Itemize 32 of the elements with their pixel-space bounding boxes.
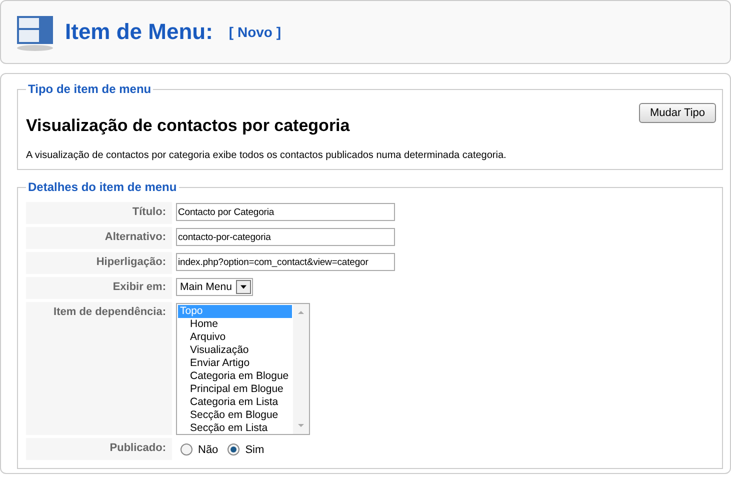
field-label: Exibir em: bbox=[26, 277, 172, 299]
section-legend: Detalhes do item de menu bbox=[26, 180, 179, 194]
page-subtitle: [ Novo ] bbox=[228, 24, 282, 40]
field-label: Publicado: bbox=[26, 438, 172, 460]
menu-type-description: A visualização de contactos por categoria exibe todos os contactos publicados numa determinada categoria. bbox=[26, 150, 508, 161]
menu-type-heading: Visualização de contactos por categoria bbox=[26, 116, 350, 136]
list-option[interactable]: Visualização bbox=[178, 344, 292, 357]
list-option[interactable]: Principal em Blogue bbox=[178, 383, 292, 396]
list-option[interactable]: Categoria em Blogue bbox=[178, 370, 292, 383]
field-label: Hiperligação: bbox=[26, 252, 172, 274]
menu-select[interactable]: Main Menu bbox=[176, 278, 253, 296]
radio-label: Não bbox=[198, 444, 218, 456]
section-legend: Tipo de item de menu bbox=[26, 82, 154, 96]
list-option[interactable]: Secção em Lista bbox=[178, 422, 292, 434]
list-option[interactable]: Categoria em Lista bbox=[178, 396, 292, 409]
scrollbar[interactable] bbox=[293, 304, 309, 434]
list-option[interactable]: Arquivo bbox=[178, 331, 292, 344]
radio-label: Sim bbox=[245, 444, 264, 456]
field-label: Título: bbox=[26, 202, 172, 224]
list-option[interactable]: Secção em Blogue bbox=[178, 409, 292, 422]
radio-button[interactable] bbox=[227, 443, 240, 456]
field-label: Alternativo: bbox=[26, 227, 172, 249]
list-option[interactable]: Home bbox=[178, 318, 292, 331]
parent-item-listbox[interactable]: Topo Home Arquivo Visualização Enviar Artigo Categoria em Blogue Principal em Blogue Categoria em Lista Secção em Blogue Secção em Lista bbox=[176, 303, 310, 435]
text-field[interactable]: Contacto por Categoria bbox=[176, 203, 395, 221]
change-type-button[interactable]: Mudar Tipo bbox=[638, 103, 716, 123]
radio-button[interactable] bbox=[180, 443, 193, 456]
list-option[interactable]: Enviar Artigo bbox=[178, 357, 292, 370]
text-field[interactable]: contacto-por-categoria bbox=[176, 228, 395, 246]
page-title: Item de Menu: bbox=[65, 19, 213, 45]
field-label: Item de dependência: bbox=[26, 302, 172, 435]
text-field[interactable]: index.php?option=com_contact&view=categor bbox=[176, 253, 395, 271]
